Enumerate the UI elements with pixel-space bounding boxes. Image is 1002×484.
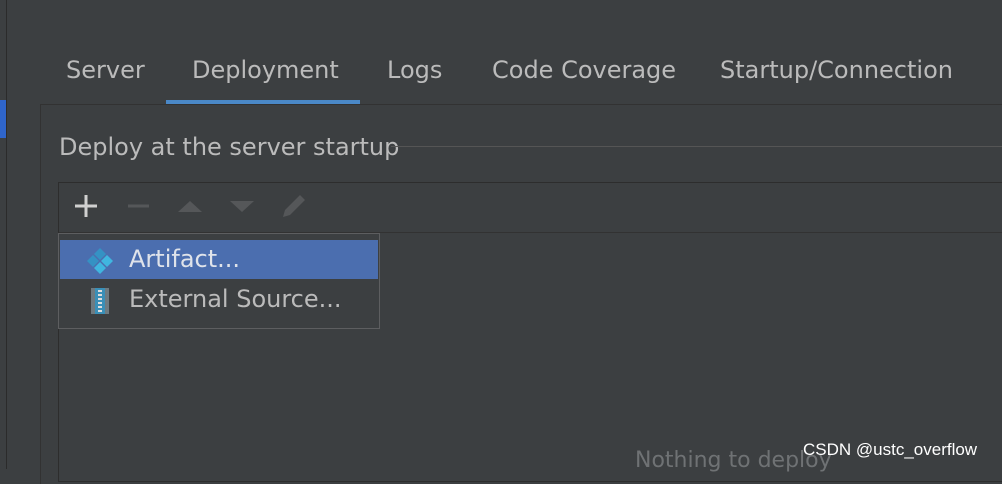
move-down-button[interactable] (226, 190, 258, 222)
left-panel-selection-marker (0, 100, 6, 138)
tab-logs[interactable]: Logs (387, 52, 442, 104)
add-icon (75, 195, 97, 217)
popup-item-external-source[interactable]: External Source... (60, 280, 378, 319)
tab-label: Startup/Connection (720, 56, 953, 84)
move-up-icon (178, 201, 202, 212)
tab-label: Logs (387, 56, 443, 84)
section-title: Deploy at the server startup (59, 133, 400, 161)
move-down-icon (230, 201, 254, 212)
popup-item-label: External Source... (129, 285, 342, 313)
tab-startup-connection[interactable]: Startup/Connection (720, 52, 953, 104)
tab-deployment[interactable]: Deployment (166, 52, 360, 105)
add-button[interactable] (70, 190, 102, 222)
popup-item-artifact[interactable]: Artifact... (60, 240, 378, 279)
add-deployment-popup: Artifact... External Source... (58, 233, 380, 329)
section-divider (391, 146, 1002, 147)
tab-server[interactable]: Server (66, 52, 145, 104)
remove-button[interactable] (122, 190, 154, 222)
move-up-button[interactable] (174, 190, 206, 222)
external-source-icon (91, 288, 109, 314)
left-panel-divider (6, 0, 7, 469)
tab-label: Server (66, 56, 145, 84)
watermark: CSDN @ustc_overflow (803, 440, 978, 459)
artifact-icon (87, 248, 113, 274)
popup-item-label: Artifact... (129, 245, 241, 273)
tab-label: Deployment (192, 56, 339, 84)
tab-code-coverage[interactable]: Code Coverage (492, 52, 676, 104)
edit-button[interactable] (278, 190, 310, 222)
deployment-list[interactable] (58, 182, 1002, 482)
edit-icon (283, 195, 305, 217)
remove-icon (128, 204, 149, 208)
tab-label: Code Coverage (492, 56, 677, 84)
